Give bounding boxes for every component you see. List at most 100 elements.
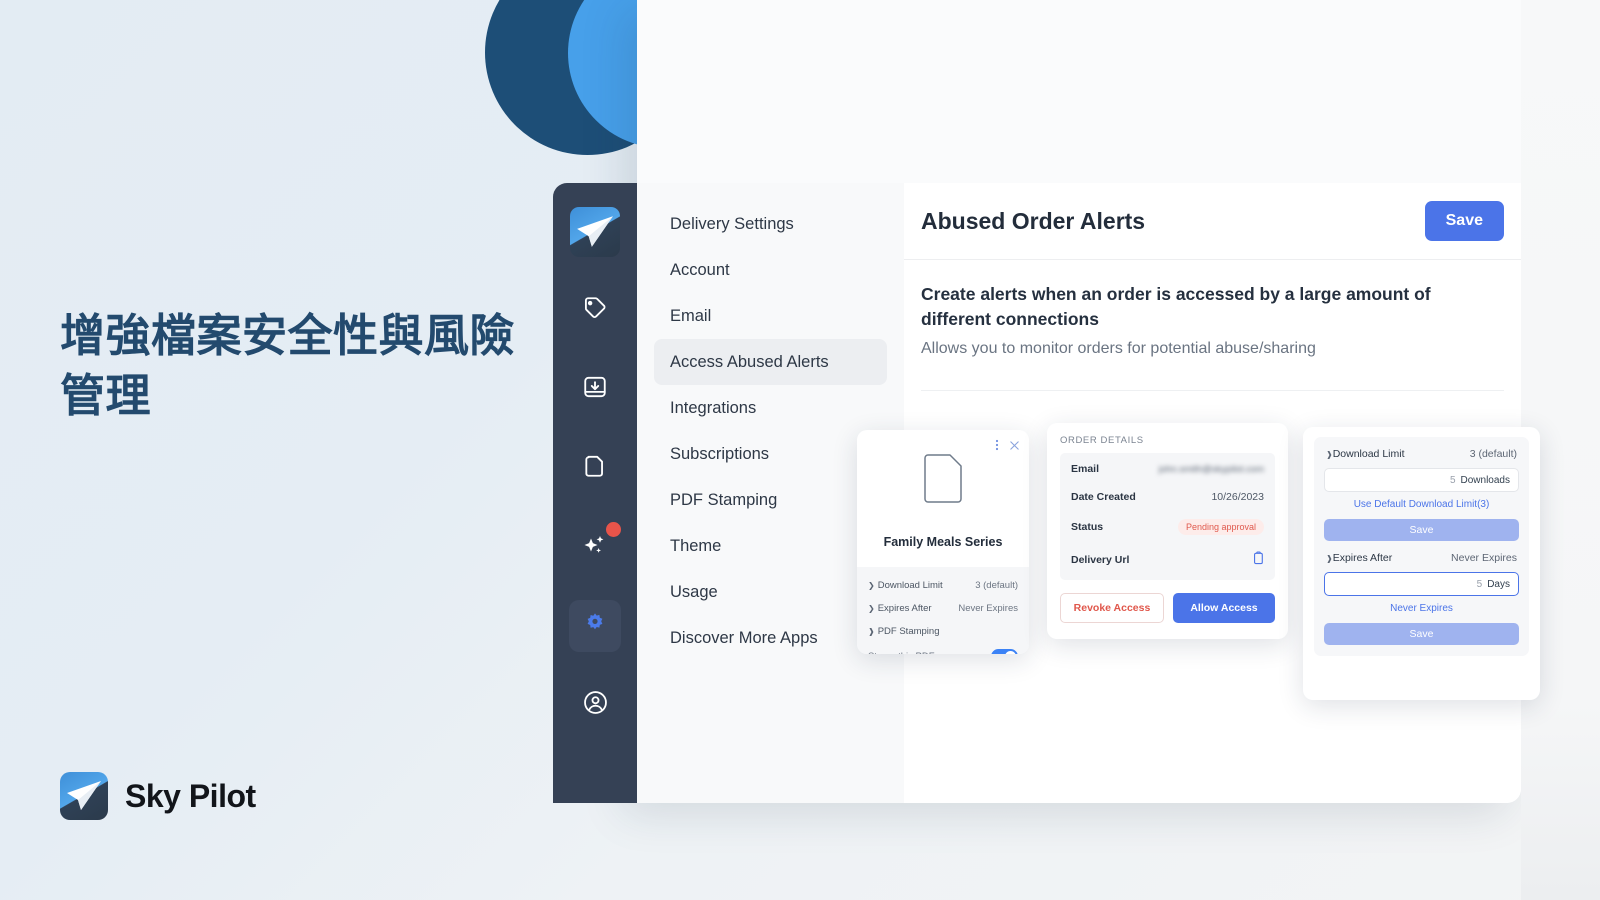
sky-pilot-logo-icon [60, 772, 108, 820]
limits-row-download-limit[interactable]: ❱Download Limit 3 (default) [1324, 446, 1519, 468]
order-row-date-created: Date Created 10/26/2023 [1071, 483, 1264, 511]
row-label: Status [1071, 521, 1104, 533]
nav-item-access-abused-alerts[interactable]: Access Abused Alerts [654, 339, 887, 385]
chevron-down-icon: ❱ [1326, 450, 1333, 459]
row-label: Expires After [877, 603, 932, 614]
product-row-pdf-stamping[interactable]: ❱ PDF Stamping [866, 620, 1020, 643]
row-label: Email [1071, 463, 1100, 475]
input-unit: Downloads [1460, 474, 1510, 486]
limits-divider [1324, 541, 1519, 550]
marketing-panel: 增強檔案安全性與風險管理 Sky Pilot [0, 0, 758, 900]
toggle-label: Stamp this PDF [868, 651, 935, 654]
product-settings-list: ❯ Download Limit 3 (default) ❯ Expires Aft… [857, 567, 1029, 654]
order-card-actions: Revoke Access Allow Access [1060, 593, 1275, 623]
icon-rail [553, 183, 637, 803]
row-label: PDF Stamping [877, 626, 940, 637]
order-details-card: ORDER DETAILS Email john.smith@skypilot.… [1047, 423, 1288, 639]
nav-item-label: Delivery Settings [670, 214, 794, 233]
nav-item-label: Email [670, 306, 712, 325]
nav-item-account[interactable]: Account [654, 247, 887, 293]
nav-item-discover-more-apps[interactable]: Discover More Apps [654, 615, 887, 661]
rail-item-downloads[interactable] [569, 363, 621, 415]
revoke-access-button[interactable]: Revoke Access [1060, 593, 1164, 623]
row-value: 3 (default) [975, 580, 1018, 591]
rail-item-ai-features[interactable] [569, 521, 621, 573]
order-row-delivery-url: Delivery Url [1071, 543, 1264, 576]
row-value: Never Expires [958, 603, 1018, 614]
nav-item-email[interactable]: Email [654, 293, 887, 339]
section-divider [921, 389, 1504, 391]
nav-item-label: PDF Stamping [670, 490, 778, 509]
stamp-pdf-toggle[interactable] [991, 649, 1018, 654]
use-default-download-limit-link[interactable]: Use Default Download Limit(3) [1324, 499, 1519, 510]
nav-item-integrations[interactable]: Integrations [654, 385, 887, 431]
nav-item-subscriptions[interactable]: Subscriptions [654, 431, 887, 477]
input-number: 5 [1449, 474, 1456, 486]
order-date-value: 10/26/2023 [1211, 491, 1264, 503]
row-value: Never Expires [1451, 552, 1517, 564]
order-row-email: Email john.smith@skypilot.com [1071, 455, 1264, 483]
nav-item-label: Account [670, 260, 730, 279]
row-label: Download Limit [1332, 448, 1405, 460]
nav-item-label: Integrations [670, 398, 757, 417]
rail-item-documents[interactable] [569, 442, 621, 494]
chevron-right-icon: ❯ [868, 581, 875, 590]
rail-item-products[interactable] [569, 284, 621, 336]
product-row-expires-after[interactable]: ❯ Expires After Never Expires [866, 597, 1020, 620]
content-body: Create alerts when an order is accessed … [904, 260, 1521, 391]
tag-icon [582, 295, 608, 326]
row-label: Date Created [1071, 491, 1136, 503]
rail-item-account[interactable] [569, 679, 621, 731]
save-button[interactable]: Save [1424, 201, 1504, 241]
notification-badge [606, 522, 621, 537]
chevron-down-icon: ❱ [868, 627, 875, 636]
limits-row-expires-after[interactable]: ❱Expires After Never Expires [1324, 550, 1519, 572]
nav-item-delivery-settings[interactable]: Delivery Settings [654, 201, 887, 247]
order-row-status: Status Pending approval [1071, 511, 1264, 543]
document-outline-icon [923, 453, 963, 508]
copy-icon[interactable] [1252, 551, 1264, 568]
never-expires-link[interactable]: Never Expires [1324, 603, 1519, 614]
page-title: Abused Order Alerts [921, 207, 1146, 234]
expires-after-save-button[interactable]: Save [1324, 623, 1519, 645]
nav-item-label: Discover More Apps [670, 628, 818, 647]
order-details-title: ORDER DETAILS [1060, 435, 1144, 446]
product-thumbnail [857, 453, 1029, 508]
nav-item-label: Access Abused Alerts [670, 352, 829, 371]
product-name: Family Meals Series [883, 535, 1003, 549]
product-preview-card: Family Meals Series ❯ Download Limit 3 (d… [857, 430, 1029, 654]
product-row-download-limit[interactable]: ❯ Download Limit 3 (default) [866, 574, 1020, 597]
status-badge: Pending approval [1177, 519, 1264, 535]
chevron-right-icon: ❯ [868, 604, 875, 613]
download-limit-save-button[interactable]: Save [1324, 519, 1519, 541]
expires-after-input[interactable]: 5 Days [1324, 572, 1519, 596]
nav-item-usage[interactable]: Usage [654, 569, 887, 615]
product-row-stamp-this-pdf: Stamp this PDF [866, 643, 1020, 654]
nav-item-theme[interactable]: Theme [654, 523, 887, 569]
input-number: 5 [1476, 578, 1483, 590]
account-circle-icon [582, 689, 609, 721]
alert-subtext: Allows you to monitor orders for potenti… [921, 339, 1316, 357]
row-label: Expires After [1332, 552, 1393, 564]
brand-lockup: Sky Pilot [60, 772, 256, 820]
nav-item-label: Usage [670, 582, 718, 601]
gear-icon [582, 611, 608, 642]
nav-item-pdf-stamping[interactable]: PDF Stamping [654, 477, 887, 523]
alert-heading: Create alerts when an order is accessed … [921, 284, 1431, 330]
brand-name: Sky Pilot [125, 777, 256, 814]
document-icon [582, 453, 608, 484]
download-limit-input[interactable]: 5 Downloads [1324, 468, 1519, 492]
allow-access-button[interactable]: Allow Access [1173, 593, 1275, 623]
sparkles-icon [581, 531, 609, 564]
download-inbox-icon [582, 374, 608, 405]
content-header: Abused Order Alerts Save [904, 183, 1521, 260]
input-unit: Days [1487, 578, 1510, 590]
rail-item-settings[interactable] [569, 600, 621, 652]
rail-item-logo[interactable] [570, 207, 620, 257]
page-headline: 增強檔案安全性與風險管理 [60, 310, 516, 422]
chevron-down-icon: ❱ [1326, 554, 1333, 563]
row-label: Download Limit [877, 580, 943, 591]
row-label: Delivery Url [1071, 553, 1130, 566]
nav-item-label: Theme [670, 536, 722, 555]
order-email-value: john.smith@skypilot.com [1158, 463, 1264, 475]
